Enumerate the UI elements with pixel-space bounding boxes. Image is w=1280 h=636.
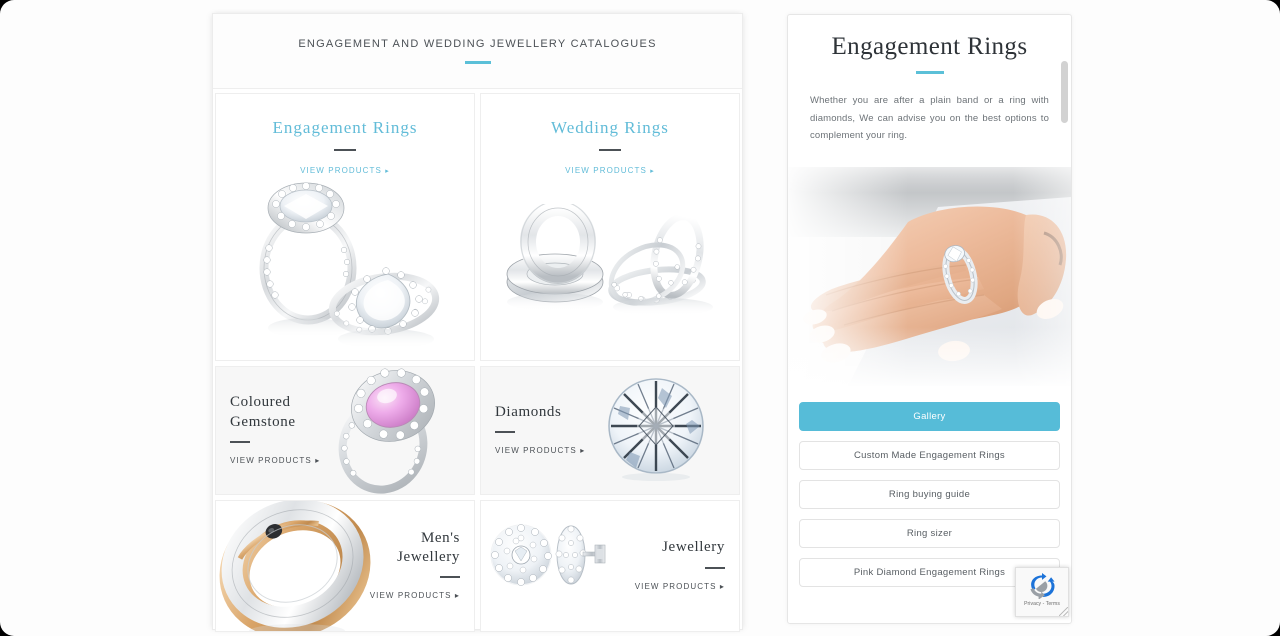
catalogue-header: ENGAGEMENT AND WEDDING JEWELLERY CATALOG… xyxy=(213,14,742,89)
detail-button-gallery[interactable]: Gallery xyxy=(799,401,1060,431)
cell-title: Men's xyxy=(420,529,460,546)
page-title: ENGAGEMENT AND WEDDING JEWELLERY CATALOG… xyxy=(298,38,657,50)
catalogue-cell-mens-jewellery[interactable]: Men's Jewellery VIEW PRODUCTS ▸ xyxy=(215,500,475,632)
view-products-label: VIEW PRODUCTS xyxy=(565,166,647,175)
page-root: ENGAGEMENT AND WEDDING JEWELLERY CATALOG… xyxy=(0,0,1280,636)
cell-divider xyxy=(334,149,356,151)
view-products-label: VIEW PRODUCTS xyxy=(300,166,382,175)
detail-title-underline xyxy=(915,71,944,74)
view-products-link[interactable]: VIEW PRODUCTS ▸ xyxy=(635,582,725,591)
pink-gemstone-ring-photo xyxy=(338,368,435,494)
view-products-label: VIEW PRODUCTS xyxy=(230,455,312,465)
view-products-link[interactable]: VIEW PRODUCTS ▸ xyxy=(370,591,460,600)
arrow-right-icon: ▸ xyxy=(385,168,390,175)
wedding-rings-photo xyxy=(506,204,713,316)
catalogue-cell-engagement-rings[interactable]: Engagement Rings VIEW PRODUCTS ▸ xyxy=(215,93,475,361)
arrow-right-icon: ▸ xyxy=(315,455,321,465)
diamond-stud-earrings-photo xyxy=(490,524,606,586)
view-products-link[interactable]: VIEW PRODUCTS ▸ xyxy=(565,166,655,175)
view-products-label: VIEW PRODUCTS xyxy=(634,581,717,591)
arrow-right-icon: ▸ xyxy=(454,591,460,601)
arrow-right-icon: ▸ xyxy=(719,581,725,591)
cell-text-block: Engagement Rings VIEW PRODUCTS ▸ xyxy=(216,94,474,178)
cell-title-line2: Gemstone xyxy=(230,413,296,430)
view-products-link[interactable]: VIEW PRODUCTS ▸ xyxy=(300,166,390,175)
detail-title: Engagement Rings xyxy=(831,33,1028,60)
cell-divider xyxy=(599,149,621,151)
cell-text-block: Wedding Rings VIEW PRODUCTS ▸ xyxy=(481,94,739,178)
cell-title: Engagement Rings xyxy=(272,118,418,137)
engagement-rings-photo xyxy=(259,182,440,349)
cell-text-block: Diamonds VIEW PRODUCTS ▸ xyxy=(481,403,599,458)
catalogue-row: Engagement Rings VIEW PRODUCTS ▸ Wedding… xyxy=(213,93,742,361)
catalogue-panel: ENGAGEMENT AND WEDDING JEWELLERY CATALOG… xyxy=(213,14,742,632)
cell-text-block: Men's Jewellery VIEW PRODUCTS ▸ xyxy=(356,529,474,603)
catalogue-cell-wedding-rings[interactable]: Wedding Rings VIEW PRODUCTS ▸ xyxy=(480,93,740,361)
recaptcha-badge[interactable]: Privacy - Terms xyxy=(1015,567,1069,617)
detail-button-ring-buying-guide[interactable]: Ring buying guide xyxy=(799,479,1060,509)
catalogue-grid: Engagement Rings VIEW PRODUCTS ▸ Wedding… xyxy=(213,93,742,632)
cell-text-block: Jewellery VIEW PRODUCTS ▸ xyxy=(621,538,739,593)
cell-title: Wedding Rings xyxy=(551,118,669,137)
view-products-link[interactable]: VIEW PRODUCTS ▸ xyxy=(230,456,320,465)
catalogue-cell-diamonds[interactable]: Diamonds VIEW PRODUCTS ▸ xyxy=(480,366,740,495)
view-products-link[interactable]: VIEW PRODUCTS ▸ xyxy=(495,446,585,455)
cell-text-block: Coloured Gemstone VIEW PRODUCTS ▸ xyxy=(216,393,334,467)
cell-title-line2: Jewellery xyxy=(397,549,460,565)
detail-button-custom-made-engagement-rings[interactable]: Custom Made Engagement Rings xyxy=(799,440,1060,470)
cell-divider xyxy=(495,431,515,434)
catalogue-row: Men's Jewellery VIEW PRODUCTS ▸ Jeweller… xyxy=(213,500,742,632)
recaptcha-terms-label[interactable]: Privacy - Terms xyxy=(1024,601,1060,607)
hero-image-container xyxy=(788,166,1071,386)
catalogue-row: Coloured Gemstone VIEW PRODUCTS ▸ Diamon… xyxy=(213,366,742,495)
recaptcha-icon xyxy=(1030,573,1055,599)
arrow-right-icon: ▸ xyxy=(650,168,655,175)
cell-title: Diamonds xyxy=(495,403,562,420)
title-underline xyxy=(464,61,491,64)
detail-panel-scrollbar[interactable] xyxy=(1061,17,1068,621)
view-products-label: VIEW PRODUCTS xyxy=(495,446,577,456)
hand-wearing-engagement-ring-photo xyxy=(788,166,1071,386)
cell-divider xyxy=(705,566,725,569)
resize-handle-icon[interactable] xyxy=(1059,607,1068,616)
cell-title: Jewellery xyxy=(662,539,725,556)
detail-button-ring-sizer[interactable]: Ring sizer xyxy=(799,518,1060,548)
view-products-label: VIEW PRODUCTS xyxy=(369,591,452,601)
scrollbar-thumb[interactable] xyxy=(1061,61,1068,123)
detail-panel: Engagement Rings Whether you are after a… xyxy=(787,14,1072,624)
arrow-right-icon: ▸ xyxy=(580,446,586,456)
detail-description: Whether you are after a plain band or a … xyxy=(810,95,1049,142)
cell-divider xyxy=(230,440,250,443)
round-brilliant-diamond-photo xyxy=(608,378,704,481)
detail-content: Engagement Rings Whether you are after a… xyxy=(788,15,1071,145)
cell-title: Coloured xyxy=(230,394,291,411)
catalogue-cell-jewellery[interactable]: Jewellery VIEW PRODUCTS ▸ xyxy=(480,500,740,632)
cell-divider xyxy=(440,576,460,579)
mens-two-tone-band-photo xyxy=(219,501,371,631)
catalogue-cell-coloured-gemstone[interactable]: Coloured Gemstone VIEW PRODUCTS ▸ xyxy=(215,366,475,495)
